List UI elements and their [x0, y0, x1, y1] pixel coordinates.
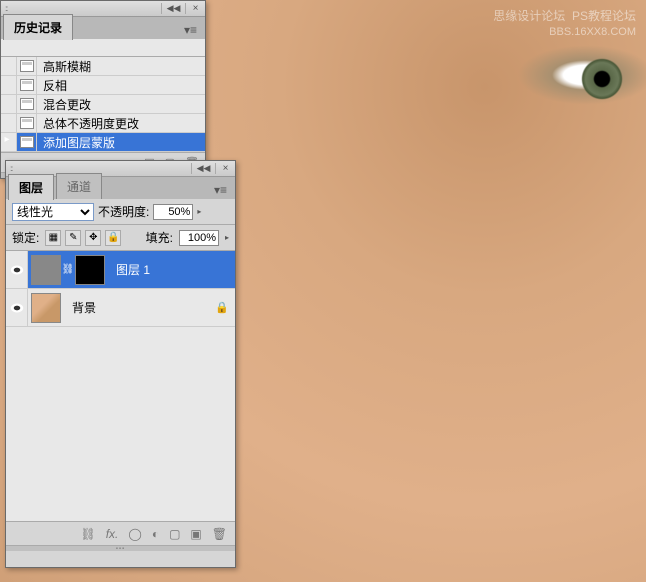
- history-item-label: 添加图层蒙版: [37, 134, 205, 151]
- history-step-icon: [20, 117, 34, 129]
- lock-all-button[interactable]: 🔒: [105, 230, 121, 246]
- fill-flyout-button[interactable]: ▸: [225, 233, 229, 242]
- fill-label: 填充:: [146, 229, 173, 246]
- history-item-label: 高斯模糊: [37, 58, 205, 75]
- visibility-icon[interactable]: [10, 265, 24, 275]
- layer-thumbnail[interactable]: [31, 255, 61, 285]
- link-layers-button[interactable]: ⛓: [80, 527, 95, 541]
- tab-layers[interactable]: 图层: [8, 174, 54, 200]
- adjustment-layer-button[interactable]: ◐: [152, 527, 159, 541]
- lock-transparency-button[interactable]: ▦: [45, 230, 61, 246]
- tab-history[interactable]: 历史记录: [3, 14, 73, 40]
- layer-thumbnail[interactable]: [31, 293, 61, 323]
- new-group-button[interactable]: ▢: [169, 527, 180, 541]
- new-layer-button[interactable]: ▣: [190, 527, 201, 541]
- fill-input[interactable]: [179, 230, 219, 246]
- layer-name[interactable]: 图层 1: [108, 261, 235, 278]
- history-brush-icon: ▸: [1, 133, 13, 145]
- opacity-flyout-button[interactable]: ▸: [197, 207, 201, 216]
- layers-footer: ⛓ fx. ◯ ◐ ▢ ▣ 🗑: [6, 521, 235, 545]
- history-item[interactable]: 高斯模糊: [1, 57, 205, 76]
- close-button[interactable]: ×: [185, 3, 205, 14]
- resize-handle[interactable]: [6, 545, 235, 551]
- history-tabs: 历史记录 ▾≡: [1, 17, 205, 39]
- lock-pixels-button[interactable]: ✎: [65, 230, 81, 246]
- panel-menu-button[interactable]: ▾≡: [176, 21, 205, 39]
- minimize-button[interactable]: ◀◀: [191, 163, 215, 174]
- history-step-icon: [20, 136, 34, 148]
- history-item[interactable]: 总体不透明度更改: [1, 114, 205, 133]
- mask-thumbnail[interactable]: [75, 255, 105, 285]
- grip-icon: ::::::: [5, 4, 6, 13]
- history-body: 高斯模糊 反相 混合更改 总体不透明度更改 ▸ 添加图层蒙版 ▣ ▢ 🗑: [1, 39, 205, 172]
- opacity-input[interactable]: [153, 204, 193, 220]
- layer-row[interactable]: 背景 🔒: [6, 289, 235, 327]
- history-item[interactable]: 混合更改: [1, 95, 205, 114]
- blend-mode-select[interactable]: 线性光: [12, 203, 94, 221]
- panel-menu-button[interactable]: ▾≡: [206, 181, 235, 199]
- minimize-button[interactable]: ◀◀: [161, 3, 185, 14]
- visibility-icon[interactable]: [10, 303, 24, 313]
- watermark: 思缘设计论坛 PS教程论坛 BBS.16XX8.COM: [493, 8, 636, 40]
- history-item-selected[interactable]: ▸ 添加图层蒙版: [1, 133, 205, 152]
- layers-panel: :::::: ◀◀ × 图层 通道 ▾≡ 线性光 不透明度: ▸ 锁定: ▦ ✎…: [5, 160, 236, 568]
- layer-row-selected[interactable]: ⛓ 图层 1: [6, 251, 235, 289]
- add-mask-button[interactable]: ◯: [128, 527, 141, 541]
- history-item-label: 混合更改: [37, 96, 205, 113]
- history-step-icon: [20, 60, 34, 72]
- close-button[interactable]: ×: [215, 163, 235, 174]
- lock-label: 锁定:: [12, 229, 39, 246]
- lock-position-button[interactable]: ✥: [85, 230, 101, 246]
- history-step-icon: [20, 79, 34, 91]
- lock-icon: 🔒: [215, 301, 235, 314]
- layer-list: ⛓ 图层 1 背景 🔒: [6, 251, 235, 521]
- lock-fill-row: 锁定: ▦ ✎ ✥ 🔒 填充: ▸: [6, 225, 235, 251]
- history-panel: :::::: ◀◀ × 历史记录 ▾≡ 高斯模糊 反相 混合更改 总体不透明度更…: [0, 0, 206, 179]
- history-item-label: 反相: [37, 77, 205, 94]
- layer-name[interactable]: 背景: [64, 299, 215, 316]
- grip-icon: ::::::: [10, 164, 11, 173]
- history-item[interactable]: 反相: [1, 76, 205, 95]
- history-snapshot-row: [1, 39, 205, 57]
- layer-style-button[interactable]: fx.: [106, 527, 119, 541]
- opacity-label: 不透明度:: [98, 203, 149, 220]
- delete-layer-button[interactable]: 🗑: [212, 527, 227, 541]
- history-step-icon: [20, 98, 34, 110]
- mask-link-icon[interactable]: ⛓: [63, 255, 73, 285]
- layers-tabs: 图层 通道 ▾≡: [6, 177, 235, 199]
- blend-opacity-row: 线性光 不透明度: ▸: [6, 199, 235, 225]
- history-item-label: 总体不透明度更改: [37, 115, 205, 132]
- tab-channels[interactable]: 通道: [56, 173, 102, 199]
